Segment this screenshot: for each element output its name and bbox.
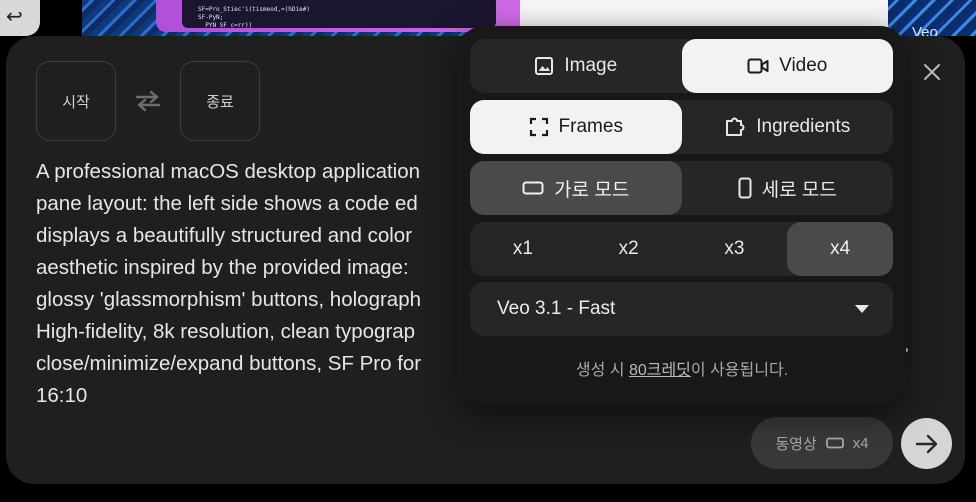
orientation-portrait-option[interactable]: 세로 모드	[682, 161, 894, 215]
credit-note-prefix: 생성 시	[575, 362, 629, 379]
mode-ingredients-label: Ingredients	[756, 116, 851, 137]
mode-frames-label: Frames	[558, 116, 623, 137]
puzzle-icon	[724, 116, 746, 138]
end-frame-label: 종료	[206, 93, 234, 111]
media-image-option[interactable]: Image	[470, 39, 682, 93]
count-x2-label: x2	[618, 238, 639, 259]
crop-frame-icon	[529, 117, 549, 137]
count-x4-option[interactable]: x4	[787, 222, 893, 276]
count-x2-option[interactable]: x2	[576, 222, 682, 276]
credit-usage-note: 생성 시 80크레딧이 사용됩니다.	[458, 356, 906, 380]
model-select[interactable]: Veo 3.1 - Fast	[470, 282, 893, 336]
swap-frames-icon[interactable]	[134, 90, 162, 112]
model-selected-label: Veo 3.1 - Fast	[497, 298, 616, 319]
orientation-landscape-label: 가로 모드	[554, 179, 630, 201]
thumbnail-frame: SF=Pro_Stiec'i(tismeod,=(hDie#) SF-PyN; …	[156, 0, 522, 32]
media-video-label: Video	[779, 55, 828, 76]
media-image-label: Image	[564, 55, 618, 76]
app-stage: ↩ SF=Pro_Stiec'i(tismeod,=(hDie#) SF-PyN…	[0, 0, 976, 502]
undo-thumbnail[interactable]: ↩	[0, 0, 40, 36]
thumbnail-code-text: SF=Pro_Stiec'i(tismeod,=(hDie#) SF-PyN; …	[182, 0, 496, 29]
media-type-toggle: Image Video	[470, 39, 893, 93]
portrait-icon	[738, 177, 752, 199]
image-icon	[534, 56, 554, 76]
start-frame-button[interactable]: 시작	[36, 61, 116, 141]
landscape-icon	[522, 181, 544, 195]
dropdown-caret-icon	[855, 305, 869, 313]
count-x1-label: x1	[512, 238, 533, 259]
thumbnail-veo[interactable]: Veo	[888, 0, 976, 41]
start-frame-label: 시작	[62, 93, 90, 111]
generation-settings-popover: Image Video Frames Ingredients 가로 모드 세로 …	[458, 26, 906, 406]
arrow-right-icon	[915, 434, 937, 453]
credits-link[interactable]: 80크레딧	[629, 362, 691, 379]
output-count-toggle: x1 x2 x3 x4	[470, 222, 893, 276]
close-icon[interactable]	[918, 58, 946, 86]
count-x4-label: x4	[830, 238, 851, 259]
count-x1-option[interactable]: x1	[470, 222, 576, 276]
media-video-option[interactable]: Video	[681, 39, 893, 93]
summary-count-label: x4	[852, 434, 869, 452]
orientation-landscape-option[interactable]: 가로 모드	[470, 161, 682, 215]
orientation-portrait-label: 세로 모드	[761, 179, 837, 201]
summary-type-label: 동영상	[775, 435, 817, 453]
settings-summary-button[interactable]: 동영상 x4	[751, 417, 893, 469]
send-button[interactable]	[901, 418, 952, 469]
thumbnail-code-editor[interactable]: SF=Pro_Stiec'i(tismeod,=(hDie#) SF-PyN; …	[82, 0, 522, 36]
landscape-icon	[825, 437, 844, 449]
credit-note-suffix: 이 사용됩니다.	[690, 362, 789, 379]
orientation-toggle: 가로 모드 세로 모드	[470, 161, 893, 215]
videocam-icon	[747, 57, 769, 75]
end-frame-button[interactable]: 종료	[180, 61, 260, 141]
count-x3-label: x3	[724, 238, 745, 259]
mode-ingredients-option[interactable]: Ingredients	[682, 100, 894, 154]
count-x3-option[interactable]: x3	[682, 222, 788, 276]
source-mode-toggle: Frames Ingredients	[470, 100, 893, 154]
mode-frames-option[interactable]: Frames	[470, 100, 682, 154]
undo-icon: ↩	[6, 4, 23, 28]
